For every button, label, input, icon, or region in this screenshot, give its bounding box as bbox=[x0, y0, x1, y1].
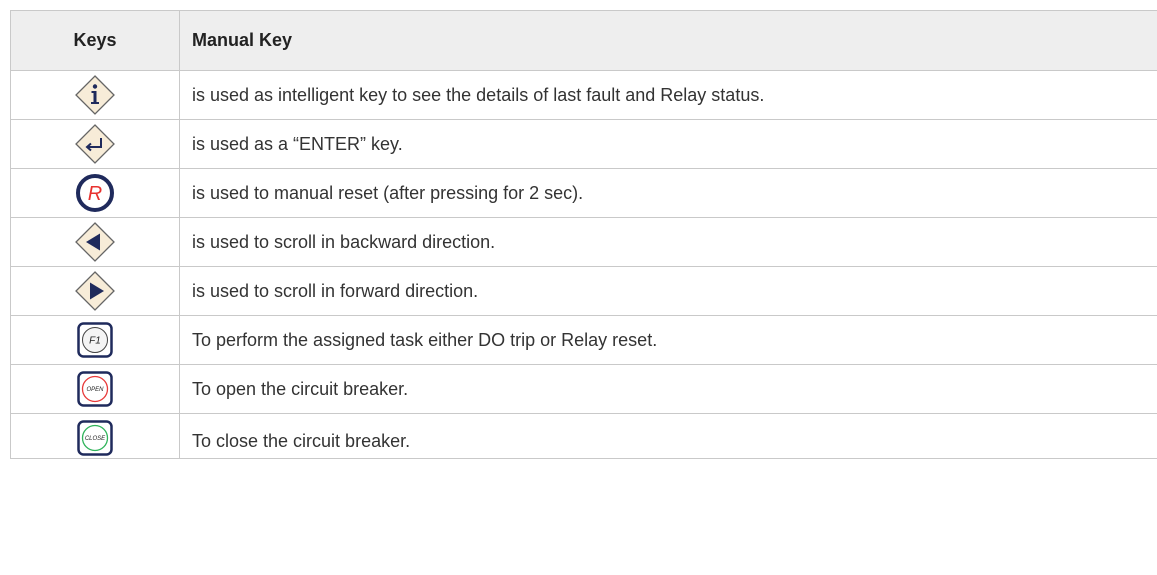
table-row: is used to scroll in backward direction. bbox=[11, 218, 1157, 267]
manual-keys-table: Keys Manual Key is used as intelligent k… bbox=[10, 10, 1157, 459]
manual-key-column-header: Manual Key bbox=[192, 30, 293, 50]
table-row: is used as intelligent key to see the de… bbox=[11, 71, 1157, 120]
reset-key-icon: R bbox=[76, 174, 114, 212]
enter-key-icon bbox=[75, 124, 115, 164]
table-row: is used as a “ENTER” key. bbox=[11, 120, 1157, 169]
reset-key-label: R bbox=[88, 183, 102, 205]
table-header-row: Keys Manual Key bbox=[11, 11, 1157, 71]
left-arrow-key-icon bbox=[75, 222, 115, 262]
close-key-icon: CLOSE bbox=[77, 420, 113, 456]
row-description: is used to manual reset (after pressing … bbox=[192, 182, 584, 203]
row-description: To open the circuit breaker. bbox=[192, 378, 409, 399]
row-description: is used as a “ENTER” key. bbox=[192, 133, 403, 154]
table-row: CLOSE To close the circuit breaker. bbox=[11, 414, 1157, 459]
table-row: F1 To perform the assigned task either D… bbox=[11, 316, 1157, 365]
open-key-icon: OPEN bbox=[77, 371, 113, 407]
keys-column-header: Keys bbox=[11, 11, 180, 70]
table-row: is used to scroll in forward direction. bbox=[11, 267, 1157, 316]
f1-key-icon: F1 bbox=[77, 322, 113, 358]
f1-key-label: F1 bbox=[89, 336, 101, 347]
table-row: OPEN To open the circuit breaker. bbox=[11, 365, 1157, 414]
open-key-label: OPEN bbox=[86, 387, 104, 393]
table-row: R is used to manual reset (after pressin… bbox=[11, 169, 1157, 218]
info-key-icon bbox=[75, 75, 115, 115]
row-description: is used as intelligent key to see the de… bbox=[192, 84, 765, 105]
row-description: is used to scroll in forward direction. bbox=[192, 280, 479, 301]
close-key-label: CLOSE bbox=[85, 436, 106, 442]
row-description: To close the circuit breaker. bbox=[192, 431, 411, 451]
row-description: is used to scroll in backward direction. bbox=[192, 231, 496, 252]
row-description: To perform the assigned task either DO t… bbox=[192, 329, 658, 350]
right-arrow-key-icon bbox=[75, 271, 115, 311]
